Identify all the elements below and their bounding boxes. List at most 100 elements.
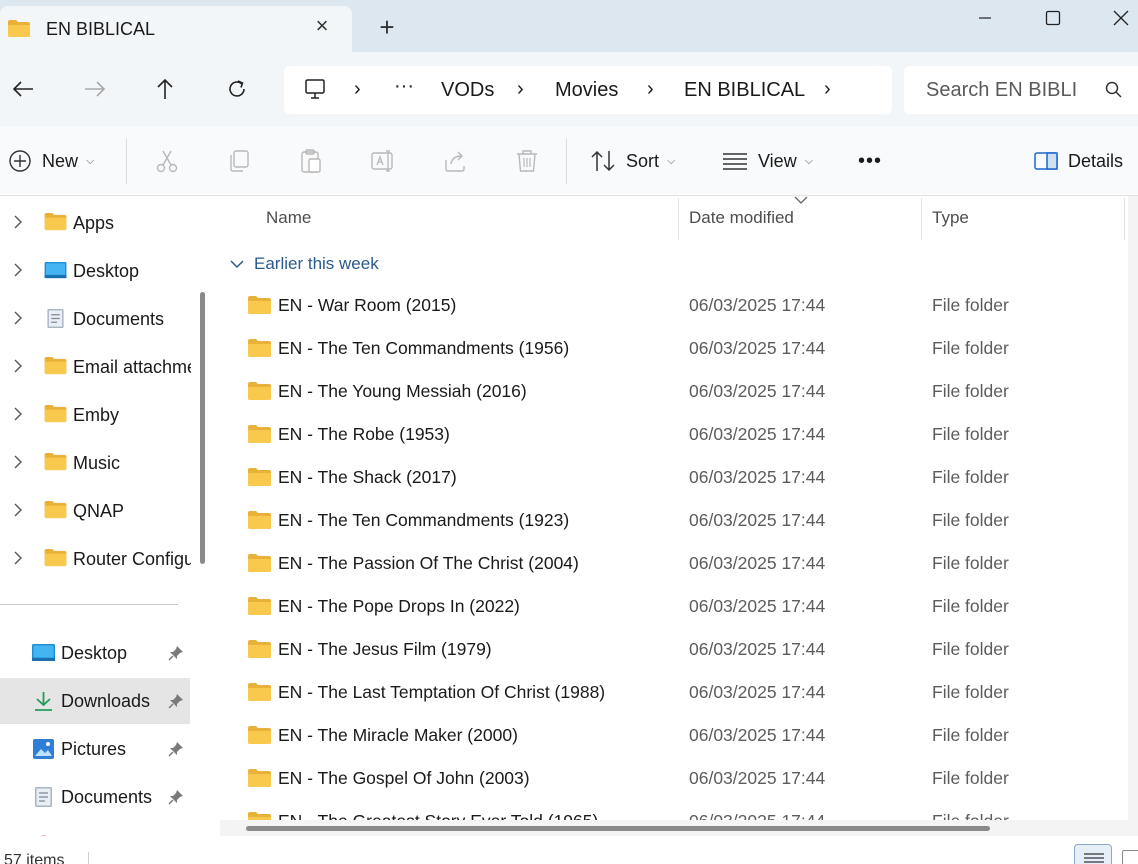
table-row[interactable]: EN - The Ten Commandments (1956) 06/03/20… — [212, 327, 1122, 370]
group-header[interactable]: Earlier this week — [230, 254, 379, 274]
folder-icon — [44, 357, 67, 375]
table-row[interactable]: EN - The Gospel Of John (2003) 06/03/2025… — [212, 757, 1122, 800]
table-row[interactable]: EN - The Last Temptation Of Christ (1988… — [212, 671, 1122, 714]
chevron-right-icon[interactable] — [12, 262, 24, 278]
file-date: 06/03/2025 17:44 — [689, 725, 826, 745]
folder-icon — [248, 726, 271, 744]
folder-icon — [248, 468, 271, 486]
quick-access-label: Pictures — [61, 739, 127, 759]
nav-item-desktop[interactable]: Desktop — [0, 248, 200, 292]
details-view-icon — [1084, 853, 1104, 863]
desktop-icon — [32, 644, 55, 661]
table-row[interactable]: EN - The Jesus Film (1979) 06/03/2025 17:… — [212, 628, 1122, 671]
minimize-icon[interactable] — [954, 0, 1016, 36]
delete-icon[interactable] — [514, 148, 540, 174]
rename-icon[interactable] — [370, 148, 396, 174]
details-view-button[interactable] — [1074, 844, 1112, 864]
chevron-right-icon[interactable] — [12, 214, 24, 230]
divider — [88, 852, 89, 864]
new-button[interactable]: New ⌵ — [8, 146, 94, 176]
nav-item-documents[interactable]: Documents — [0, 296, 200, 340]
new-tab-icon[interactable]: + — [374, 14, 400, 40]
table-row[interactable]: EN - The Robe (1953) 06/03/2025 17:44 File… — [212, 413, 1122, 456]
file-name: EN - War Room (2015) — [278, 295, 457, 315]
chevron-right-icon[interactable] — [12, 358, 24, 374]
horizontal-scrollbar[interactable] — [220, 820, 1132, 836]
chevron-right-icon[interactable] — [12, 454, 24, 470]
column-header-type[interactable]: Type — [932, 208, 969, 228]
more-options-button[interactable]: ••• — [858, 146, 882, 176]
quick-access-downloads[interactable]: Downloads — [0, 678, 190, 724]
chevron-right-icon[interactable] — [12, 550, 24, 566]
tab-title: EN BIBLICAL — [46, 19, 156, 39]
chevron-right-icon[interactable]: › — [824, 78, 831, 101]
folder-icon — [248, 554, 271, 572]
close-tab-icon[interactable]: × — [310, 14, 334, 38]
nav-scrollbar[interactable] — [200, 292, 205, 564]
chevron-right-icon[interactable] — [12, 310, 24, 326]
quick-access-label: Downloads — [61, 691, 151, 711]
pin-icon[interactable] — [168, 741, 184, 757]
refresh-icon[interactable] — [222, 74, 252, 104]
details-pane-icon — [1034, 152, 1058, 170]
forward-arrow-icon[interactable] — [80, 74, 110, 104]
view-list-icon — [723, 153, 747, 170]
nav-item-router-configu[interactable]: Router Configu — [0, 536, 200, 580]
table-row[interactable]: EN - The Pope Drops In (2022) 06/03/2025 … — [212, 585, 1122, 628]
nav-item-qnap[interactable]: QNAP — [0, 488, 200, 532]
table-row[interactable]: EN - The Passion Of The Christ (2004) 06/… — [212, 542, 1122, 585]
view-button[interactable]: View ⌵ — [722, 146, 813, 176]
sort-button[interactable]: Sort ⌵ — [590, 146, 675, 176]
column-divider[interactable] — [1124, 198, 1125, 240]
chevron-right-icon[interactable] — [12, 406, 24, 422]
file-date: 06/03/2025 17:44 — [689, 639, 826, 659]
up-arrow-icon[interactable] — [150, 74, 180, 104]
chevron-right-icon: › — [517, 78, 524, 100]
column-divider[interactable] — [921, 198, 922, 240]
folder-icon — [248, 683, 271, 701]
column-header-date[interactable]: Date modified — [689, 208, 794, 228]
pin-icon[interactable] — [168, 645, 184, 661]
column-divider[interactable] — [678, 198, 679, 240]
chevron-down-icon: ⌵ — [667, 154, 676, 167]
breadcrumb-overflow[interactable]: ··· — [394, 75, 414, 98]
table-row[interactable]: EN - The Ten Commandments (1923) 06/03/20… — [212, 499, 1122, 542]
nav-item-label: Music — [73, 453, 121, 473]
nav-item-email-attachme[interactable]: Email attachme — [0, 344, 200, 388]
file-type: File folder — [932, 639, 1009, 659]
nav-item-emby[interactable]: Emby — [0, 392, 200, 436]
quick-access-documents[interactable]: Documents — [0, 774, 190, 820]
address-bar[interactable]: › ··· VODs › Movies › EN BIBLICAL › — [284, 66, 892, 114]
table-row[interactable]: EN - The Young Messiah (2016) 06/03/2025 … — [212, 370, 1122, 413]
share-icon[interactable] — [442, 148, 468, 174]
pin-icon[interactable] — [168, 789, 184, 805]
back-arrow-icon[interactable] — [8, 74, 38, 104]
table-row[interactable]: EN - War Room (2015) 06/03/2025 17:44 File… — [212, 284, 1122, 327]
table-row[interactable]: EN - The Shack (2017) 06/03/2025 17:44 Fil… — [212, 456, 1122, 499]
nav-item-music[interactable]: Music — [0, 440, 200, 484]
tiles-view-button[interactable] — [1122, 850, 1138, 864]
column-header-name[interactable]: Name — [266, 208, 311, 228]
search-input[interactable]: Search EN BIBLI( — [904, 66, 1138, 114]
maximize-icon[interactable] — [1022, 0, 1084, 36]
quick-access-desktop[interactable]: Desktop — [0, 630, 190, 676]
chevron-right-icon[interactable] — [12, 502, 24, 518]
table-row[interactable]: EN - The Miracle Maker (2000) 06/03/2025 … — [212, 714, 1122, 757]
breadcrumb-movies[interactable]: Movies — [555, 79, 618, 102]
close-window-icon[interactable] — [1090, 0, 1138, 36]
view-label: View — [758, 150, 797, 171]
cut-icon[interactable] — [154, 148, 180, 174]
file-date: 06/03/2025 17:44 — [689, 510, 826, 530]
breadcrumb-vods[interactable]: VODs — [441, 79, 494, 102]
copy-icon[interactable] — [226, 148, 252, 174]
tab-en-biblical[interactable]: EN BIBLICAL × — [0, 6, 352, 52]
item-count: 57 items — [4, 852, 65, 864]
vertical-scrollbar[interactable] — [1128, 196, 1138, 836]
quick-access-pictures[interactable]: Pictures — [0, 726, 190, 772]
details-pane-button[interactable]: Details — [1034, 146, 1123, 176]
nav-item-apps[interactable]: Apps — [0, 200, 200, 244]
pin-icon[interactable] — [168, 693, 184, 709]
paste-icon[interactable] — [298, 148, 324, 174]
horizontal-scrollbar-thumb[interactable] — [246, 826, 990, 831]
breadcrumb-en-biblical[interactable]: EN BIBLICAL — [684, 79, 805, 102]
